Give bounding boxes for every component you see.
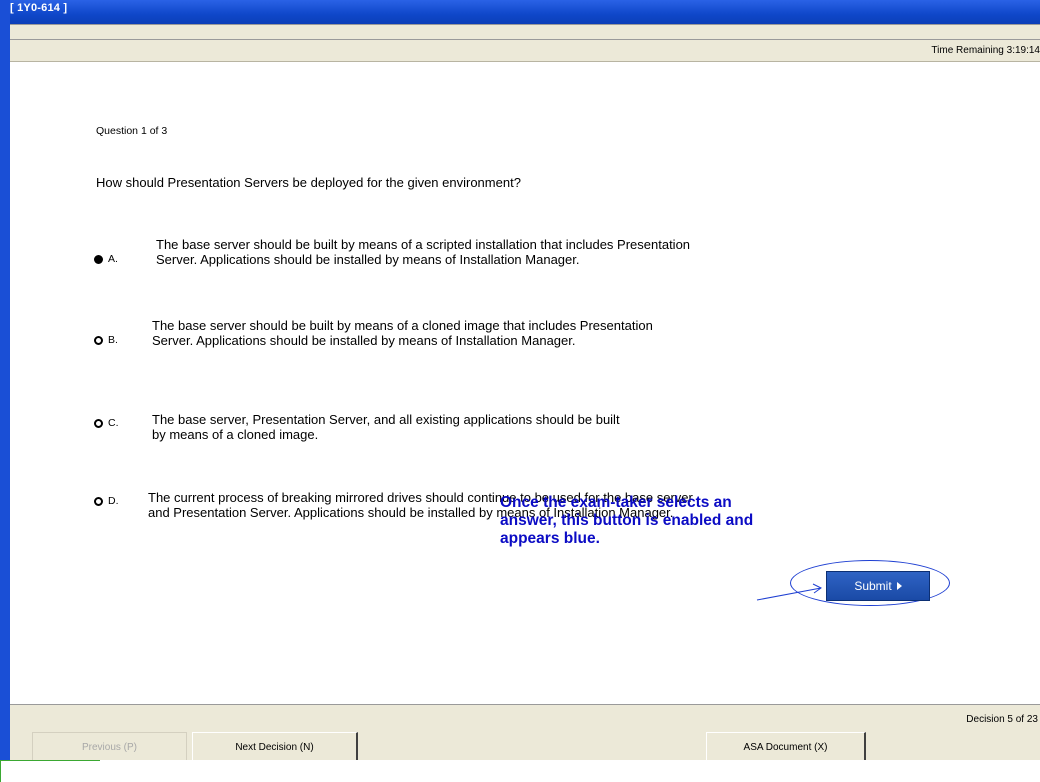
status-strip (0, 760, 1040, 782)
option-letter-b: B. (108, 334, 118, 346)
radio-button-b[interactable] (94, 336, 103, 345)
option-letter-c: C. (108, 417, 119, 429)
option-text-a: The base server should be built by means… (156, 237, 691, 267)
asa-document-button[interactable]: ASA Document (X) (706, 732, 866, 762)
navigation-bar: Decision 5 of 23 Previous (P) Next Decis… (10, 704, 1040, 762)
previous-button[interactable]: Previous (P) (32, 732, 187, 762)
question-panel: Question 1 of 3 How should Presentation … (10, 62, 1040, 704)
radio-button-c[interactable] (94, 419, 103, 428)
next-decision-button[interactable]: Next Decision (N) (192, 732, 358, 762)
annotation-callout: Once the exam-taker selects an answer, t… (500, 494, 754, 547)
radio-button-a[interactable] (94, 255, 103, 264)
window-left-border (0, 0, 10, 760)
time-remaining: Time Remaining 3:19:14 (931, 45, 1040, 56)
question-text: How should Presentation Servers be deplo… (96, 175, 521, 190)
title-bar: [ 1Y0-614 ] (0, 0, 1040, 24)
status-indicator (0, 760, 100, 782)
option-text-c: The base server, Presentation Server, an… (152, 412, 620, 442)
radio-button-d[interactable] (94, 497, 103, 506)
question-number: Question 1 of 3 (96, 125, 168, 137)
submit-label: Submit (854, 579, 892, 593)
option-letter-a: A. (108, 253, 118, 265)
option-letter-d: D. (108, 495, 119, 507)
answer-option-a[interactable]: A. The base server should be built by me… (94, 237, 714, 297)
option-text-b: The base server should be built by means… (152, 318, 653, 348)
submit-button[interactable]: Submit (826, 571, 930, 601)
window-title: [ 1Y0-614 ] (10, 2, 68, 14)
time-bar: Time Remaining 3:19:14 (10, 40, 1040, 62)
play-arrow-icon (896, 582, 902, 590)
exam-window: [ 1Y0-614 ] Time Remaining 3:19:14 Quest… (0, 0, 1040, 782)
answer-option-c[interactable]: C. The base server, Presentation Server,… (94, 412, 714, 472)
menu-strip (10, 24, 1040, 40)
answer-option-b[interactable]: B. The base server should be built by me… (94, 318, 714, 378)
decision-counter: Decision 5 of 23 (966, 714, 1038, 725)
